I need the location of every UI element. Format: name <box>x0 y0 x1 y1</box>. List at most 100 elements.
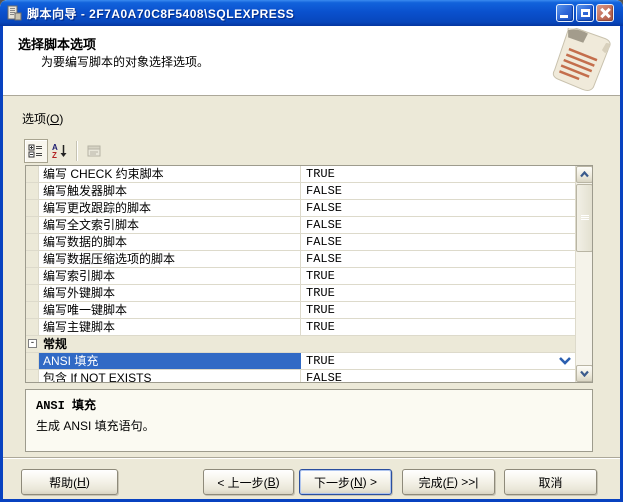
property-value[interactable]: FALSE <box>301 370 575 382</box>
property-value: TRUE <box>306 354 335 368</box>
property-name[interactable]: 编写主键脚本 <box>39 319 301 335</box>
next-button-key: N <box>354 475 363 489</box>
next-button-label: 下一步( <box>314 474 354 491</box>
property-name[interactable]: 编写 CHECK 约束脚本 <box>39 166 301 182</box>
table-row[interactable]: 编写数据的脚本 FALSE <box>26 234 575 251</box>
property-pages-icon <box>86 143 102 159</box>
minimize-icon <box>560 15 568 18</box>
row-margin <box>26 166 39 182</box>
next-button[interactable]: 下一步(N) > <box>299 469 392 495</box>
minimize-button[interactable] <box>556 4 574 22</box>
property-name[interactable]: ANSI 填充 <box>39 353 301 369</box>
help-button[interactable]: 帮助(H) <box>21 469 118 495</box>
property-grid[interactable]: 编写 CHECK 约束脚本 TRUE 编写触发器脚本 FALSE 编写更改跟踪的… <box>25 165 593 383</box>
property-name[interactable]: 编写全文索引脚本 <box>39 217 301 233</box>
property-name[interactable]: 编写触发器脚本 <box>39 183 301 199</box>
help-button-label: 帮助( <box>49 474 77 491</box>
page-title: 选择脚本选项 <box>18 34 96 53</box>
dropdown-arrow-icon[interactable] <box>558 355 572 367</box>
property-value[interactable]: TRUE <box>301 268 575 284</box>
back-button-label-post: ) <box>276 475 280 489</box>
category-name: 常规 <box>39 336 67 352</box>
window-title: 脚本向导 - 2F7A0A70C8F5408\SQLEXPRESS <box>27 5 556 22</box>
options-label-post: ) <box>59 112 63 126</box>
row-margin <box>26 217 39 233</box>
options-label: 选项(O) <box>22 110 63 127</box>
row-margin <box>26 251 39 267</box>
options-label-key: O <box>50 112 59 126</box>
finish-button-key: F <box>447 475 454 489</box>
row-margin <box>26 319 39 335</box>
row-margin <box>26 200 39 216</box>
property-name[interactable]: 编写更改跟踪的脚本 <box>39 200 301 216</box>
table-row[interactable]: 编写全文索引脚本 FALSE <box>26 217 575 234</box>
table-row[interactable]: 编写外键脚本 TRUE <box>26 285 575 302</box>
table-row[interactable]: 编写主键脚本 TRUE <box>26 319 575 336</box>
bottom-separator <box>3 457 620 459</box>
table-row[interactable]: 编写数据压缩选项的脚本 FALSE <box>26 251 575 268</box>
page-subtitle: 为要编写脚本的对象选择选项。 <box>41 53 209 70</box>
property-name[interactable]: 编写唯一键脚本 <box>39 302 301 318</box>
row-margin <box>26 183 39 199</box>
property-value[interactable]: FALSE <box>301 183 575 199</box>
maximize-icon <box>581 9 590 17</box>
property-value[interactable]: TRUE <box>301 166 575 182</box>
cancel-button-label: 取消 <box>538 474 562 491</box>
finish-button[interactable]: 完成(F) >>| <box>402 469 495 495</box>
property-name[interactable]: 编写数据的脚本 <box>39 234 301 250</box>
scrollbar-grip <box>581 215 589 221</box>
scroll-up-button[interactable] <box>576 166 593 183</box>
help-button-key: H <box>77 475 86 489</box>
scrollbar-thumb[interactable] <box>576 184 593 252</box>
back-button[interactable]: < 上一步(B) <box>203 469 294 495</box>
close-button[interactable] <box>596 4 614 22</box>
category-row[interactable]: - 常规 <box>26 336 575 353</box>
maximize-button[interactable] <box>576 4 594 22</box>
property-name[interactable]: 编写索引脚本 <box>39 268 301 284</box>
property-value[interactable]: TRUE <box>301 302 575 318</box>
table-row[interactable]: 编写唯一键脚本 TRUE <box>26 302 575 319</box>
table-row[interactable]: 编写 CHECK 约束脚本 TRUE <box>26 166 575 183</box>
property-grid-rows: 编写 CHECK 约束脚本 TRUE 编写触发器脚本 FALSE 编写更改跟踪的… <box>26 166 575 382</box>
table-row[interactable]: 编写索引脚本 TRUE <box>26 268 575 285</box>
vertical-scrollbar[interactable] <box>575 166 592 382</box>
property-value[interactable]: TRUE <box>301 319 575 335</box>
description-text: 生成 ANSI 填充语句。 <box>36 417 582 434</box>
property-value-editor[interactable]: TRUE <box>301 353 575 369</box>
wizard-app-icon <box>6 5 22 21</box>
table-row-selected[interactable]: ANSI 填充 TRUE <box>26 353 575 370</box>
categorized-button[interactable] <box>24 139 48 163</box>
script-wizard-window: 脚本向导 - 2F7A0A70C8F5408\SQLEXPRESS 选择脚本选项… <box>0 0 623 502</box>
scroll-down-button[interactable] <box>576 365 593 382</box>
property-pages-button <box>82 139 106 163</box>
row-margin <box>26 234 39 250</box>
property-value[interactable]: FALSE <box>301 251 575 267</box>
az-sort-icon: A Z <box>52 143 68 159</box>
row-margin <box>26 268 39 284</box>
scroll-up-icon <box>580 171 589 178</box>
options-label-pre: 选项( <box>22 112 50 126</box>
table-row[interactable]: 编写更改跟踪的脚本 FALSE <box>26 200 575 217</box>
collapse-icon[interactable]: - <box>28 339 37 348</box>
table-row[interactable]: 编写触发器脚本 FALSE <box>26 183 575 200</box>
row-margin <box>26 285 39 301</box>
cancel-button[interactable]: 取消 <box>504 469 597 495</box>
titlebar[interactable]: 脚本向导 - 2F7A0A70C8F5408\SQLEXPRESS <box>0 0 623 26</box>
row-margin <box>26 353 39 369</box>
help-button-label-post: ) <box>86 475 90 489</box>
categorized-icon <box>28 143 44 159</box>
property-value[interactable]: FALSE <box>301 200 575 216</box>
table-row[interactable]: 包含 If NOT EXISTS FALSE <box>26 370 575 382</box>
property-name[interactable]: 编写数据压缩选项的脚本 <box>39 251 301 267</box>
property-value[interactable]: TRUE <box>301 285 575 301</box>
alphabetical-sort-button[interactable]: A Z <box>48 139 72 163</box>
toolbar-separator <box>76 141 78 161</box>
close-icon <box>600 8 610 18</box>
scroll-down-icon <box>580 370 589 377</box>
property-name[interactable]: 编写外键脚本 <box>39 285 301 301</box>
property-name[interactable]: 包含 If NOT EXISTS <box>39 370 301 382</box>
script-scroll-watermark-icon <box>540 28 616 94</box>
property-value[interactable]: FALSE <box>301 217 575 233</box>
property-value[interactable]: FALSE <box>301 234 575 250</box>
description-title: ANSI 填充 <box>36 396 582 413</box>
